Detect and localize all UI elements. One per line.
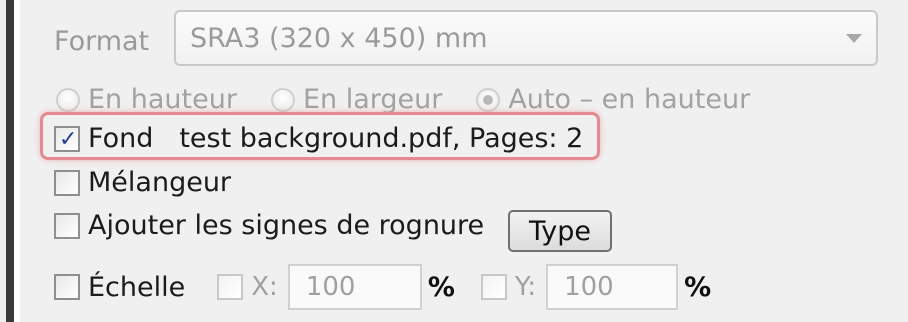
print-settings-panel: Format SRA3 (320 x 450) mm En hauteur En…	[0, 0, 908, 322]
y-scale-input[interactable]: 100	[546, 264, 679, 310]
rognure-row: Ajouter les signes de rognure	[54, 210, 484, 241]
melangeur-row: Mélangeur	[54, 167, 231, 198]
x-scale-checkbox[interactable]	[217, 274, 244, 300]
echelle-checkbox[interactable]	[54, 274, 80, 300]
x-label: X:	[251, 272, 278, 302]
y-scale-checkbox[interactable]	[480, 274, 507, 300]
radio-en-largeur[interactable]: En largeur	[270, 84, 443, 115]
radio-button-icon[interactable]	[56, 87, 80, 112]
melangeur-label: Mélangeur	[88, 167, 232, 198]
fond-checkbox[interactable]: ✓	[54, 125, 80, 152]
radio-label: Auto – en hauteur	[508, 84, 751, 115]
rognure-checkbox[interactable]	[54, 212, 80, 239]
format-label: Format	[54, 26, 150, 57]
fond-detail: test background.pdf, Pages: 2	[179, 123, 584, 154]
panel-left-border	[6, 0, 20, 322]
radio-button-icon[interactable]	[476, 87, 501, 112]
type-button[interactable]: Type	[508, 210, 612, 252]
format-selected-value: SRA3 (320 x 450) mm	[190, 22, 488, 54]
orientation-radio-group: En hauteur En largeur Auto – en hauteur	[56, 84, 750, 115]
radio-button-icon[interactable]	[270, 87, 295, 112]
fond-row: ✓ Fond test background.pdf, Pages: 2	[54, 123, 583, 154]
chevron-down-icon	[846, 34, 862, 43]
radio-en-hauteur[interactable]: En hauteur	[56, 84, 237, 115]
x-percent-label: %	[427, 271, 455, 303]
x-scale-input[interactable]: 100	[287, 264, 422, 310]
radio-label: En hauteur	[88, 84, 237, 115]
melangeur-checkbox[interactable]	[54, 169, 80, 196]
fond-label: Fond	[88, 123, 154, 154]
y-label: Y:	[514, 272, 537, 302]
echelle-label: Échelle	[88, 271, 186, 303]
radio-auto-en-hauteur[interactable]: Auto – en hauteur	[476, 84, 750, 115]
format-dropdown[interactable]: SRA3 (320 x 450) mm	[174, 10, 878, 66]
rognure-label: Ajouter les signes de rognure	[88, 210, 485, 241]
echelle-row: Échelle X: 100 % Y: 100 %	[54, 264, 711, 310]
y-percent-label: %	[684, 271, 712, 303]
radio-label: En largeur	[302, 84, 443, 115]
checkmark-icon: ✓	[59, 126, 78, 152]
